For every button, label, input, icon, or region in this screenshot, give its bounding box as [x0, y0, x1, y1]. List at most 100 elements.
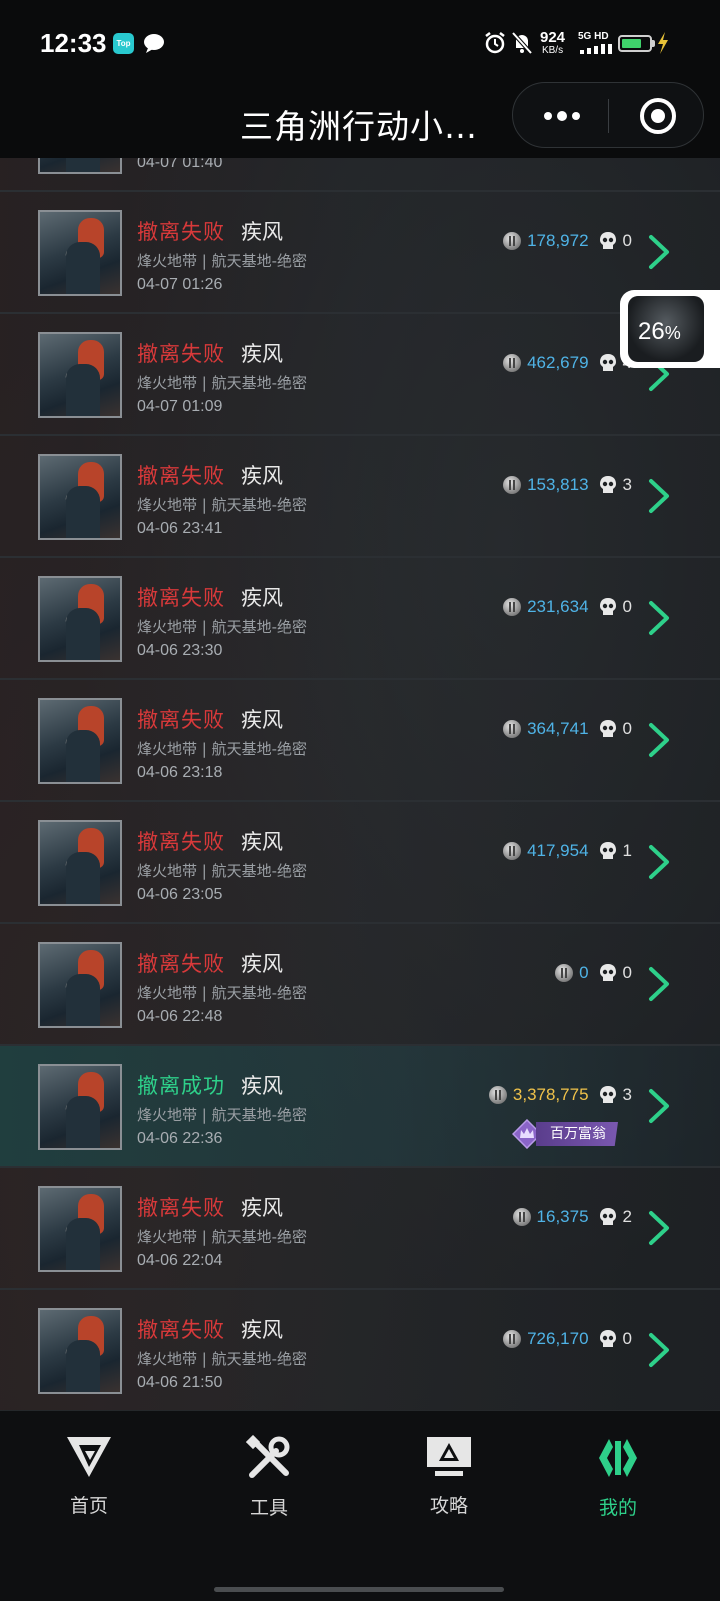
- chevron-right-icon[interactable]: [646, 722, 672, 758]
- home-logo-icon: [67, 1437, 111, 1477]
- chevron-right-icon[interactable]: [646, 1210, 672, 1246]
- status-time: 12:33: [40, 28, 107, 58]
- match-stats: 00: [555, 962, 632, 984]
- floating-progress-widget[interactable]: 26%: [620, 290, 720, 368]
- chevron-right-icon[interactable]: [646, 966, 672, 1002]
- operator-name: 疾风: [241, 1318, 283, 1342]
- extracted-value: 0: [579, 963, 589, 982]
- operator-name: 疾风: [241, 952, 283, 976]
- chevron-right-icon[interactable]: [646, 600, 672, 636]
- nav-item-home[interactable]: 首页: [19, 1435, 159, 1518]
- bottom-nav: 首页 工具 攻略 我的: [0, 1410, 720, 1601]
- extracted-value: 153,813: [527, 475, 589, 494]
- coin-icon: [503, 232, 522, 250]
- coin-icon: [503, 1330, 522, 1348]
- match-map: 烽火地带 | 航天基地-绝密: [137, 1106, 308, 1124]
- extracted-value: 3,378,775: [512, 1085, 589, 1104]
- chevron-right-icon[interactable]: [646, 234, 672, 270]
- match-row[interactable]: 撤离失败 疾风烽火地带 | 航天基地-绝密 04-06 23:30 231,634 0: [0, 558, 720, 680]
- kill-count: 3: [622, 1085, 632, 1104]
- extracted-value: 16,375: [536, 1207, 589, 1226]
- extracted-value: 462,679: [527, 353, 589, 372]
- operator-name: 疾风: [241, 464, 283, 488]
- floating-progress-thumb: 26%: [628, 296, 704, 362]
- operator-name: 疾风: [241, 1074, 283, 1098]
- charging-bolt-icon: [658, 32, 668, 54]
- page-title: 三角洲行动小…: [240, 107, 478, 146]
- operator-avatar: [38, 576, 122, 662]
- kill-count: 0: [622, 719, 632, 738]
- network-speed-value: 924: [540, 29, 566, 46]
- operator-name: 疾风: [241, 342, 283, 366]
- match-row[interactable]: 撤离失败 疾风 烽火地带 | 航天基地-绝密 04-06 21:50 726,170 0: [0, 1290, 720, 1412]
- match-result: 撤离失败: [137, 1318, 225, 1342]
- match-row[interactable]: 撤离失败疾风烽火地带 | 航天基地-绝密 04-07 01:09 462,6794: [0, 314, 720, 436]
- kill-count: 0: [622, 231, 632, 250]
- match-map: 烽火地带 | 航天基地-绝密: [137, 618, 308, 636]
- match-row[interactable]: 撤离失败 疾风 烽火地带 | 航天基地-绝密 04-06 23:05 417,954 1: [0, 802, 720, 924]
- top-app-icon: Top: [113, 33, 134, 54]
- extracted-value: 726,170: [527, 1329, 589, 1348]
- close-target-icon[interactable]: [639, 97, 677, 135]
- kill-count: 0: [622, 1329, 632, 1348]
- nav-item-guide[interactable]: 攻略: [379, 1435, 519, 1518]
- coin-icon: [488, 1086, 507, 1104]
- match-time: 04-06 23:30: [137, 642, 223, 659]
- chevron-right-icon[interactable]: [646, 1332, 672, 1368]
- match-map: 烽火地带 | 航天基地-绝密: [137, 496, 308, 514]
- match-row[interactable]: 撤离成功 疾风 烽火地带 | 航天基地-绝密 04-06 22:36 3,378,775…: [0, 1046, 720, 1168]
- match-row[interactable]: 撤离失败 疾风 烽火地带 | 航天基地-绝密 04-06 23:41 153,813 3: [0, 436, 720, 558]
- coin-icon: [512, 1208, 531, 1226]
- match-row[interactable]: 撤离失败 疾风 烽火地带 | 航天基地-绝密 04-06 22:04 16,375 2: [0, 1168, 720, 1290]
- operator-name: 疾风: [241, 586, 283, 610]
- match-time: 04-06 23:05: [137, 886, 223, 903]
- match-map: 烽火地带 | 航天基地-绝密: [137, 862, 308, 880]
- operator-name: 疾风: [241, 708, 283, 732]
- extracted-value: 364,741: [527, 719, 589, 738]
- kill-count: 1: [622, 841, 632, 860]
- skull-icon: [599, 964, 616, 981]
- chat-bubble-icon: [144, 34, 164, 53]
- chevron-right-icon[interactable]: [646, 478, 672, 514]
- match-stats: 153,813 3: [503, 474, 632, 496]
- match-time: 04-06 22:36: [137, 1130, 223, 1147]
- kill-count: 2: [622, 1207, 632, 1226]
- match-row[interactable]: 撤离失败 疾风 烽火地带 | 航天基地-绝密 04-07 01:26 178,972 0: [0, 192, 720, 314]
- alarm-icon: [485, 32, 505, 54]
- match-result: 撤离失败: [137, 830, 225, 854]
- match-map: 烽火地带 | 航天基地-绝密: [137, 984, 308, 1002]
- battery-icon: [618, 35, 652, 52]
- kill-count: 0: [622, 963, 632, 982]
- operator-avatar: [38, 454, 122, 540]
- operator-avatar: [38, 158, 122, 174]
- chevron-right-icon[interactable]: [646, 1088, 672, 1124]
- coin-icon: [503, 476, 522, 494]
- chevron-right-icon[interactable]: [646, 844, 672, 880]
- match-time: 04-06 23:41: [137, 520, 223, 537]
- match-time: 04-06 23:18: [137, 764, 223, 781]
- profile-icon: [599, 1439, 637, 1477]
- more-icon[interactable]: [543, 111, 581, 121]
- match-time: 04-07 01:26: [137, 276, 223, 293]
- nav-item-profile[interactable]: 我的: [548, 1435, 688, 1520]
- mute-bell-icon: [511, 31, 533, 55]
- nav-label-guide: 攻略: [429, 1495, 468, 1517]
- network-type-label: 5G HD: [578, 31, 609, 42]
- match-result: 撤离失败: [137, 220, 225, 244]
- extracted-value: 231,634: [527, 597, 589, 616]
- nav-item-tools[interactable]: 工具: [199, 1435, 339, 1520]
- kill-count: 3: [622, 475, 632, 494]
- match-row[interactable]: 撤离失败 疾风 烽火地带 | 航天基地-绝密 04-06 22:48 0 0: [0, 924, 720, 1046]
- extracted-value: 178,972: [527, 231, 589, 250]
- match-row[interactable]: 04-07 01:40: [0, 158, 720, 192]
- operator-avatar: [38, 698, 122, 784]
- match-map: 烽火地带 | 航天基地-绝密: [137, 1350, 308, 1368]
- operator-name: 疾风: [241, 1196, 283, 1220]
- match-result: 撤离失败: [137, 586, 225, 610]
- match-row[interactable]: 撤离失败 疾风 烽火地带 | 航天基地-绝密 04-06 23:18 364,741 0: [0, 680, 720, 802]
- network-speed-unit: KB/s: [541, 45, 564, 56]
- home-indicator: [214, 1587, 504, 1592]
- operator-avatar: [38, 1064, 122, 1150]
- signal-icon: [580, 44, 612, 54]
- kill-count: 0: [622, 597, 632, 616]
